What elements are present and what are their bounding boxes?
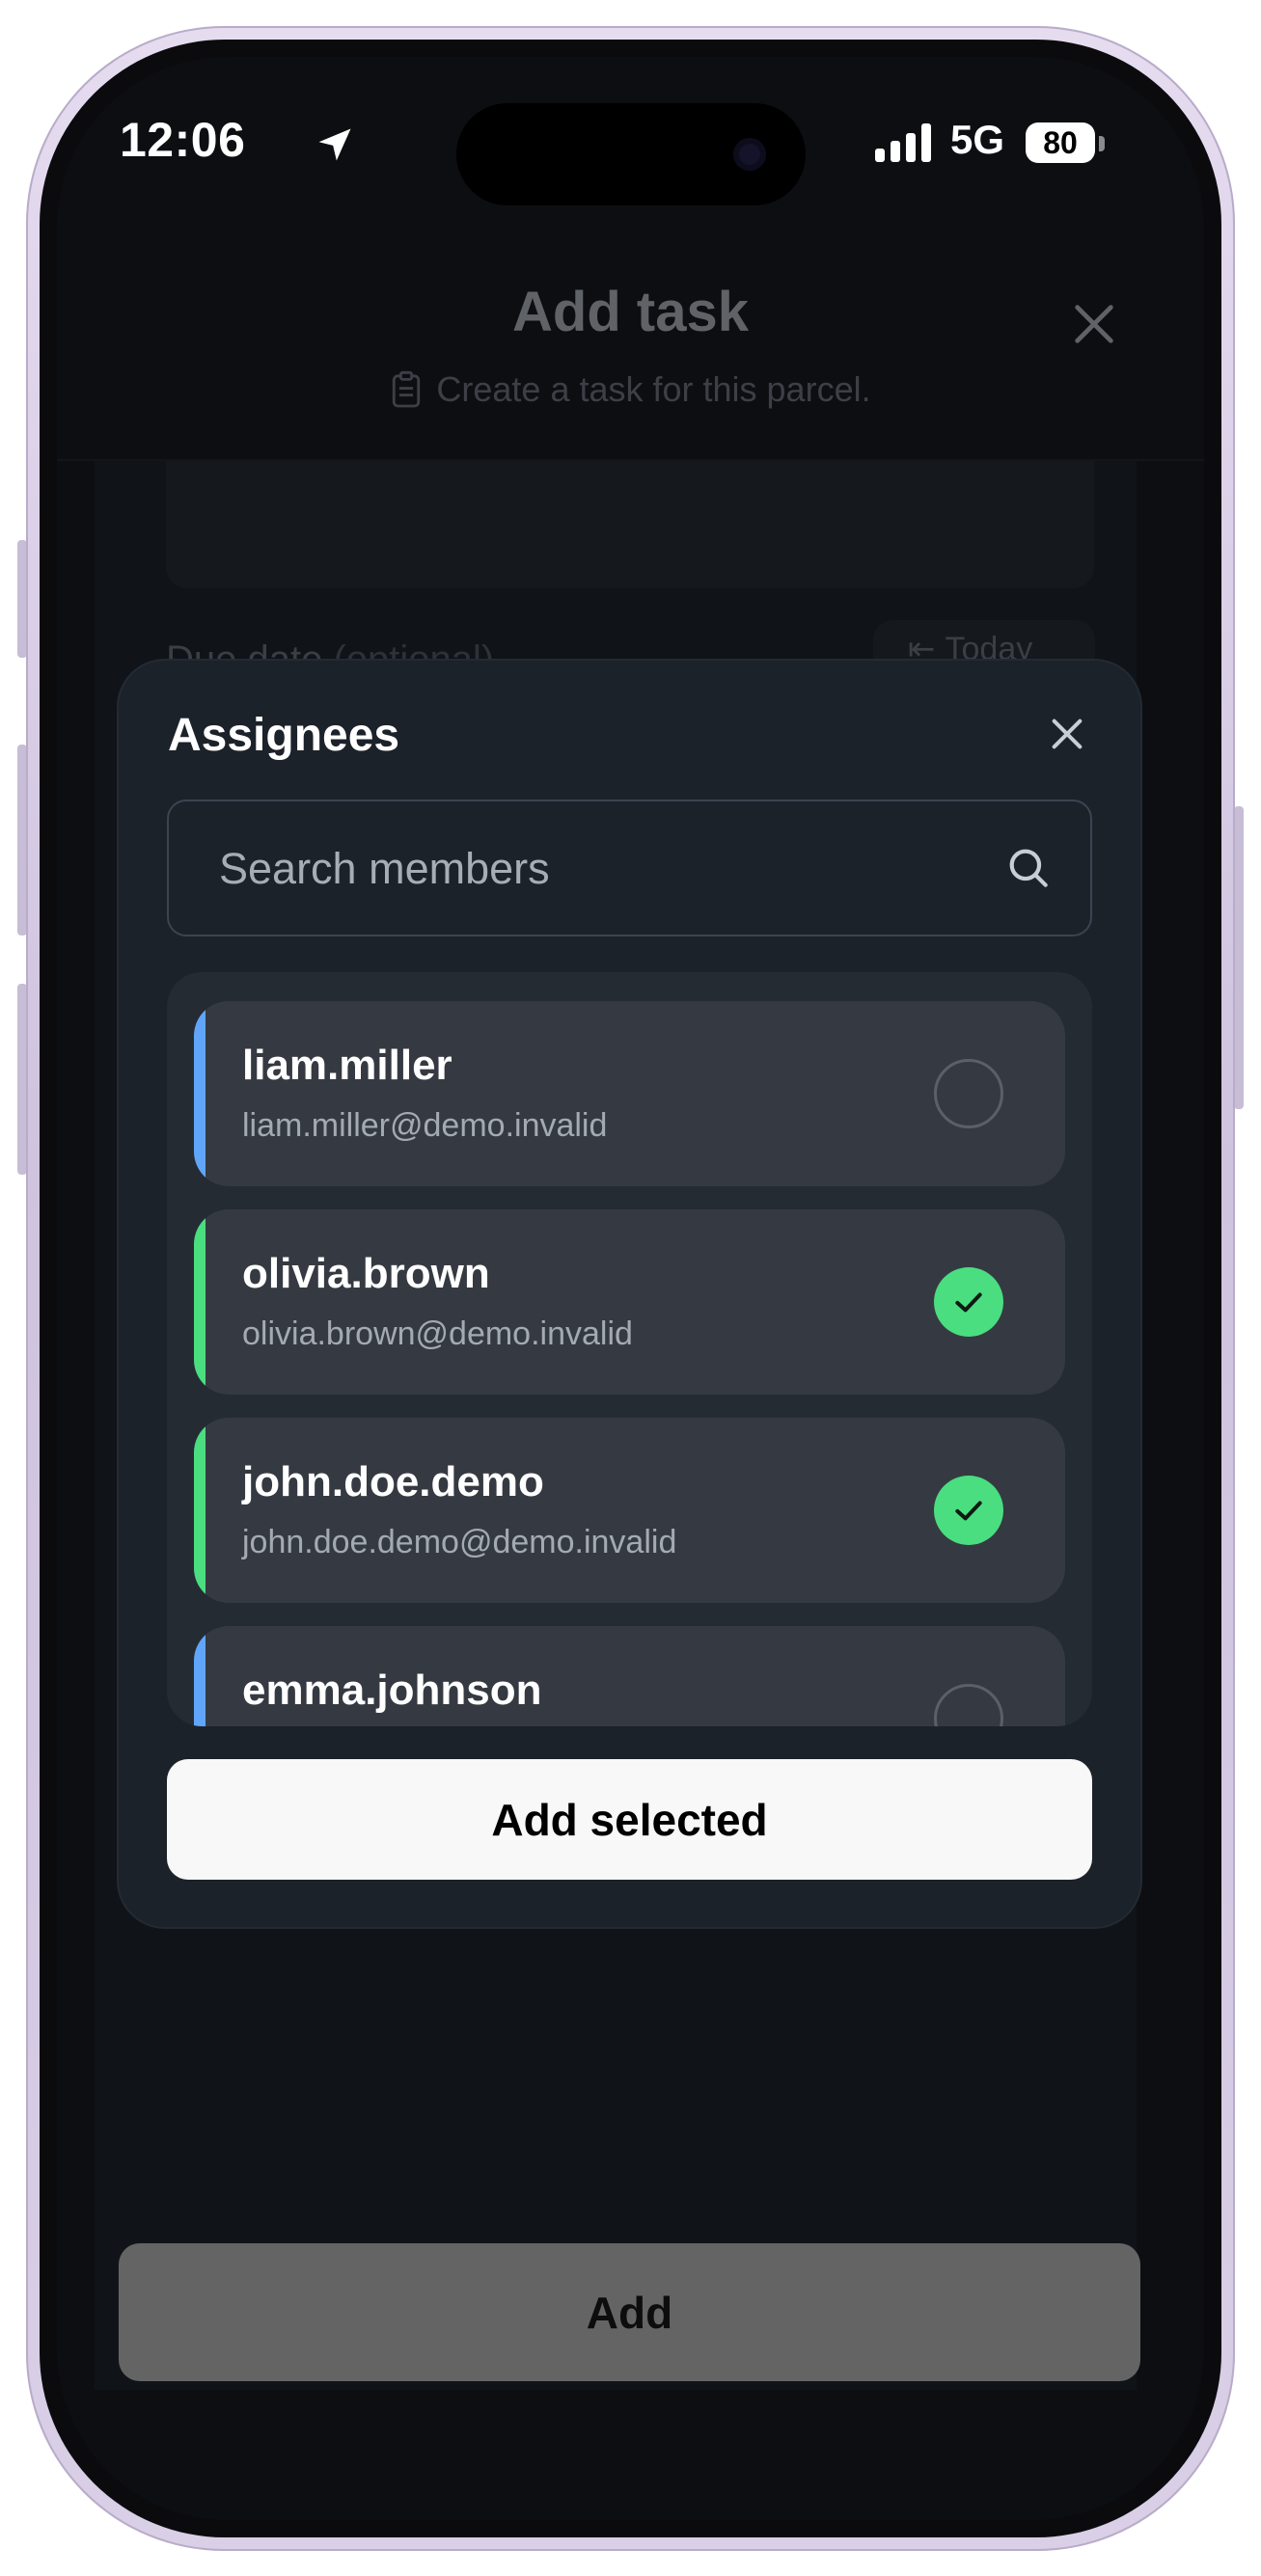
modal-title: Assignees [168,710,400,761]
page-subtitle-text: Create a task for this parcel. [436,369,871,409]
close-icon[interactable] [1048,715,1086,753]
member-item[interactable]: john.doe.demo john.doe.demo@demo.invalid [194,1418,1065,1603]
member-name: olivia.brown [242,1250,490,1297]
page-subtitle: Create a task for this parcel. [0,369,1261,418]
location-arrow-icon [318,128,351,161]
power-button [1234,806,1244,1109]
unchecked-circle-icon[interactable] [934,1059,1003,1128]
network-type: 5G [950,117,1005,162]
member-accent-bar [194,1001,206,1186]
member-email: john.doe.demo@demo.invalid [242,1524,677,1560]
battery-level: 80 [1043,124,1078,160]
add-button[interactable]: Add [119,2243,1140,2381]
checkmark-icon[interactable] [934,1267,1003,1337]
search-box [167,800,1092,936]
member-accent-bar [194,1209,206,1395]
member-accent-bar [194,1626,206,1726]
close-icon[interactable] [1069,299,1119,349]
add-selected-button[interactable]: Add selected [167,1759,1092,1880]
member-email: olivia.brown@demo.invalid [242,1315,633,1352]
clipboard-icon [393,370,421,408]
member-name: emma.johnson [242,1667,542,1714]
member-item[interactable]: liam.miller liam.miller@demo.invalid [194,1001,1065,1186]
description-field[interactable] [166,461,1094,588]
status-time: 12:06 [120,113,246,167]
search-icon[interactable] [1004,844,1053,892]
battery-cap [1099,136,1105,151]
battery-icon: 80 [1026,122,1095,163]
member-item[interactable]: olivia.brown olivia.brown@demo.invalid [194,1209,1065,1395]
signal-strength-icon [875,123,931,162]
checkmark-icon[interactable] [934,1476,1003,1545]
member-item[interactable]: emma.johnson [194,1626,1065,1726]
member-name: liam.miller [242,1042,452,1089]
member-name: john.doe.demo [242,1458,544,1505]
member-accent-bar [194,1418,206,1603]
camera-icon [733,138,766,171]
unchecked-circle-icon[interactable] [934,1684,1003,1726]
search-input[interactable] [217,834,973,904]
member-list[interactable]: liam.miller liam.miller@demo.invalid oli… [167,972,1092,1726]
member-email: liam.miller@demo.invalid [242,1107,608,1144]
